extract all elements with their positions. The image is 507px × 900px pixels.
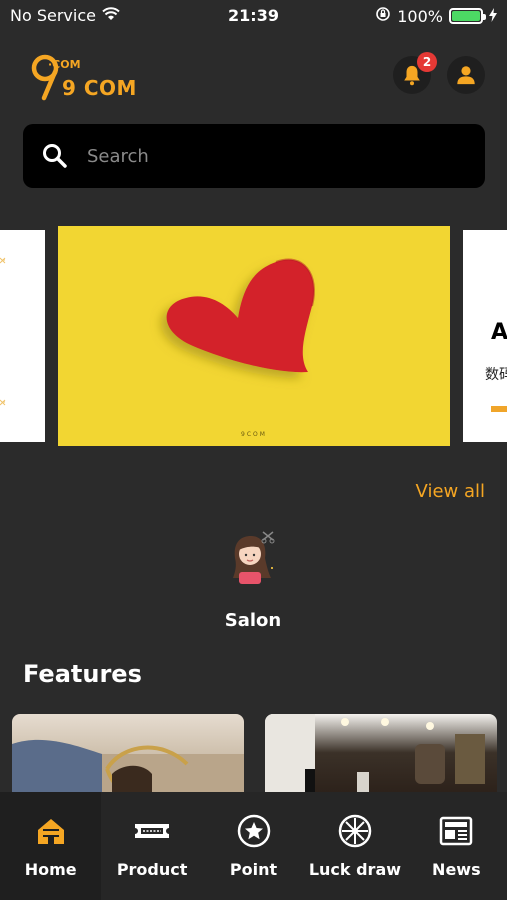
banner-slide-previous[interactable]	[0, 230, 45, 442]
nav-label-news: News	[432, 860, 481, 879]
logo-dotcom: ·COM	[48, 58, 81, 71]
feature-card-2[interactable]	[265, 714, 497, 800]
salon-icon	[233, 531, 275, 584]
status-right: 100%	[375, 6, 497, 26]
sparkle-decoration-icon	[0, 257, 6, 406]
bottom-nav: Home Product Point Luck draw News	[0, 792, 507, 900]
star-circle-icon	[237, 814, 270, 848]
heart-image	[166, 258, 315, 373]
view-all-link[interactable]: View all	[416, 481, 485, 502]
battery-fill	[452, 11, 480, 21]
next-slide-subtitle: 数码	[485, 367, 507, 383]
category-salon[interactable]: Salon	[200, 528, 306, 631]
search-icon	[43, 144, 67, 168]
banner-carousel[interactable]: 9COM A 数码	[0, 226, 507, 446]
ticket-icon	[135, 824, 170, 838]
nav-item-news[interactable]: News	[406, 792, 507, 900]
battery-icon	[449, 8, 486, 24]
logo-text: 9 COM	[62, 76, 137, 100]
prize-wheel-icon	[338, 814, 372, 848]
feature-image-hair	[12, 739, 244, 800]
nav-label-product: Product	[116, 860, 188, 879]
app-logo[interactable]: ·COM 9 COM	[30, 48, 140, 104]
next-slide-accent-bar	[491, 406, 507, 412]
feature-image-shop	[265, 714, 485, 800]
nav-item-product[interactable]: Product	[101, 792, 202, 900]
user-icon	[457, 66, 475, 85]
newspaper-icon	[440, 816, 473, 846]
notification-badge: 2	[417, 52, 437, 72]
nav-item-point[interactable]: Point	[203, 792, 304, 900]
rotation-lock-icon	[375, 6, 391, 26]
features-title: Features	[23, 660, 142, 688]
nav-item-luck-draw[interactable]: Luck draw	[304, 792, 405, 900]
status-bar: No Service 21:39 100%	[0, 0, 507, 30]
charging-icon	[489, 7, 497, 26]
banner-slide-next[interactable]: A 数码	[463, 230, 507, 442]
nav-label-home: Home	[24, 860, 77, 879]
banner-caption: 9COM	[241, 431, 267, 438]
search-bar[interactable]	[23, 124, 485, 188]
profile-button[interactable]	[447, 56, 485, 94]
banner-slide-current[interactable]: 9COM	[58, 226, 450, 446]
nav-label-point: Point	[229, 860, 278, 879]
next-slide-title: A	[491, 320, 507, 345]
search-input[interactable]	[87, 145, 447, 167]
nav-label-luck-draw: Luck draw	[308, 860, 402, 879]
feature-card-1[interactable]	[12, 714, 244, 800]
nav-item-home[interactable]: Home	[0, 792, 102, 900]
home-icon	[37, 819, 64, 844]
category-salon-label: Salon	[224, 610, 282, 631]
notifications-button[interactable]: 2	[393, 52, 437, 94]
battery-percent: 100%	[397, 6, 443, 26]
